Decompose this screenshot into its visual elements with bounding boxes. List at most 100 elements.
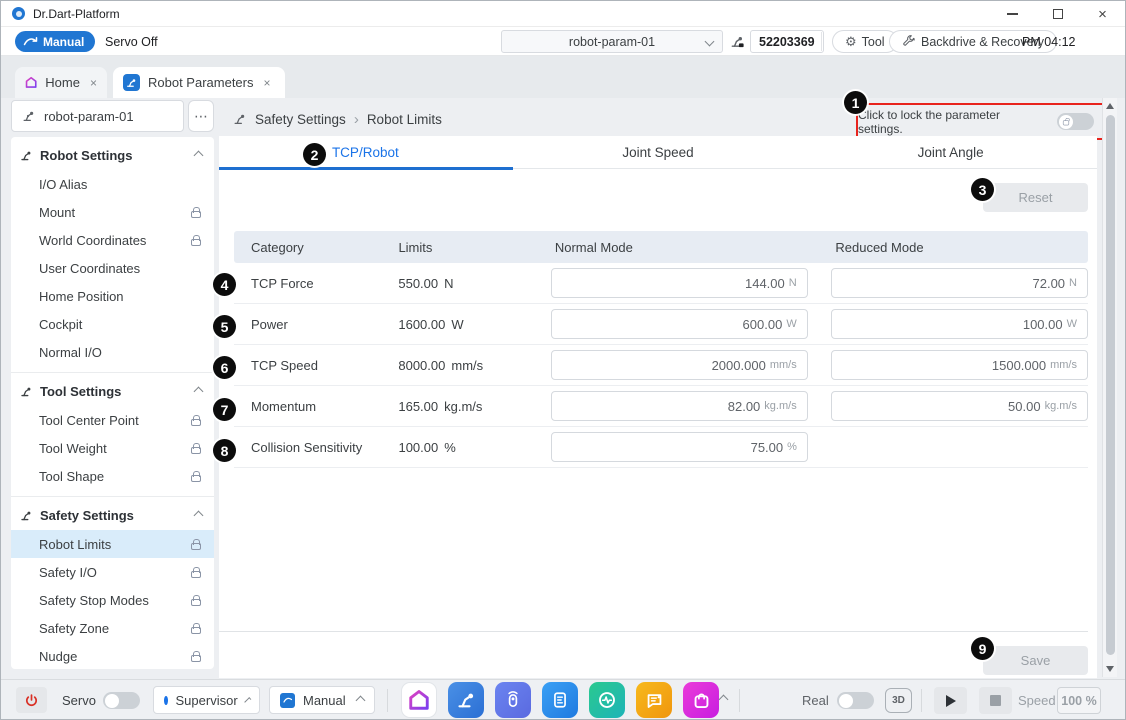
breadcrumb-parent[interactable]: Safety Settings xyxy=(255,112,346,127)
dock-collapse-icon[interactable] xyxy=(719,695,729,705)
operation-mode-button[interactable]: Manual xyxy=(15,31,95,52)
reduced-mode-input[interactable]: 50.00kg.m/s xyxy=(831,391,1088,421)
annotation-badge-5: 5 xyxy=(213,315,236,338)
save-divider xyxy=(219,631,1088,632)
reduced-mode-input[interactable]: 1500.000mm/s xyxy=(831,350,1088,380)
sidebar-item-io-alias[interactable]: I/O Alias xyxy=(11,170,214,198)
robot-lock-icon xyxy=(730,34,745,49)
tab-joint-speed[interactable]: Joint Speed xyxy=(512,136,805,168)
sidebar-more-button[interactable]: ⋯ xyxy=(188,100,214,132)
mode-dropdown[interactable]: Manual xyxy=(269,686,375,714)
normal-mode-input[interactable]: 600.00W xyxy=(551,309,808,339)
speed-value-box[interactable]: 100 % xyxy=(1057,687,1101,714)
monitoring-app-icon[interactable] xyxy=(589,682,625,718)
sidebar-item-cockpit[interactable]: Cockpit xyxy=(11,310,214,338)
sidebar-item-user-coordinates[interactable]: User Coordinates xyxy=(11,254,214,282)
lock-parameter-toggle[interactable] xyxy=(1057,113,1094,130)
section-header-robot-settings[interactable]: Robot Settings xyxy=(11,140,214,170)
breadcrumb: Safety Settings › Robot Limits xyxy=(233,105,442,133)
sidebar-item-safety-zone[interactable]: Safety Zone xyxy=(11,614,214,642)
play-icon xyxy=(946,695,956,707)
tab-robot-parameters[interactable]: Robot Parameters × xyxy=(113,67,285,98)
scrollbar-thumb[interactable] xyxy=(1106,115,1115,655)
hand-guide-icon xyxy=(23,36,38,47)
reset-button[interactable]: Reset xyxy=(983,183,1088,212)
tab-home-close-icon[interactable]: × xyxy=(90,76,97,90)
parameter-set-dropdown[interactable]: robot-param-01 xyxy=(501,30,723,53)
limit-unit: N xyxy=(444,276,453,291)
sidebar-item-tool-weight[interactable]: Tool Weight xyxy=(11,434,214,462)
tab-tcp-robot[interactable]: TCP/Robot xyxy=(219,136,512,168)
header-reduced-mode: Reduced Mode xyxy=(827,240,1088,255)
section-header-tool-settings[interactable]: Tool Settings xyxy=(11,376,214,406)
tab-robot-parameters-close-icon[interactable]: × xyxy=(264,76,271,90)
sidebar-item-robot-limits[interactable]: Robot Limits xyxy=(11,530,214,558)
input-unit: W xyxy=(1067,318,1077,330)
limit-value: 550.00 xyxy=(398,276,438,291)
message-app-icon[interactable] xyxy=(636,682,672,718)
sidebar-item-tool-shape[interactable]: Tool Shape xyxy=(11,462,214,490)
play-button[interactable] xyxy=(934,687,967,714)
robot-params-app-icon[interactable] xyxy=(448,682,484,718)
app-logo-icon xyxy=(12,7,25,20)
task-editor-app-icon[interactable] xyxy=(542,682,578,718)
more-icon: ⋯ xyxy=(194,108,208,125)
stop-button[interactable] xyxy=(979,687,1012,714)
mode-value: Manual xyxy=(303,693,346,708)
tool-button[interactable]: ⚙ Tool xyxy=(832,30,898,53)
maximize-button[interactable] xyxy=(1035,1,1080,27)
header-limits: Limits xyxy=(398,240,546,255)
sidebar-item-world-coordinates[interactable]: World Coordinates xyxy=(11,226,214,254)
scroll-down-icon[interactable] xyxy=(1106,666,1114,672)
sidebar-item-safety-io[interactable]: Safety I/O xyxy=(11,558,214,586)
power-button[interactable] xyxy=(16,687,47,713)
tab-home[interactable]: Home × xyxy=(15,67,107,98)
sidebar-item-home-position[interactable]: Home Position xyxy=(11,282,214,310)
input-value: 82.00 xyxy=(728,399,761,414)
servo-toggle[interactable] xyxy=(103,692,140,709)
reduced-mode-input[interactable]: 72.00N xyxy=(831,268,1088,298)
real-mode-toggle[interactable] xyxy=(837,692,874,709)
sidebar-param-name-label: robot-param-01 xyxy=(44,109,134,124)
minimize-button[interactable] xyxy=(990,1,1035,27)
parameter-set-value: robot-param-01 xyxy=(569,35,655,49)
tab-home-label: Home xyxy=(45,75,80,90)
limit-unit: mm/s xyxy=(451,358,483,373)
annotation-badge-2: 2 xyxy=(303,143,326,166)
input-unit: kg.m/s xyxy=(764,400,796,412)
item-label: Safety Stop Modes xyxy=(39,593,149,608)
real-mode-label: Real xyxy=(802,680,829,720)
sidebar-item-mount[interactable]: Mount xyxy=(11,198,214,226)
scroll-up-icon[interactable] xyxy=(1106,103,1114,109)
robot-icon xyxy=(22,109,36,123)
item-label: User Coordinates xyxy=(39,261,140,276)
table-header-row: Category Limits Normal Mode Reduced Mode xyxy=(234,231,1088,263)
sidebar-item-normal-io[interactable]: Normal I/O xyxy=(11,338,214,366)
section-title: Safety Settings xyxy=(40,508,134,523)
item-label: Normal I/O xyxy=(39,345,102,360)
home-app-icon[interactable] xyxy=(401,682,437,718)
section-header-safety-settings[interactable]: Safety Settings xyxy=(11,500,214,530)
sidebar-param-name[interactable]: robot-param-01 xyxy=(11,100,184,132)
normal-mode-input[interactable]: 144.00N xyxy=(551,268,808,298)
close-button[interactable]: × xyxy=(1080,1,1125,27)
vertical-scrollbar[interactable] xyxy=(1102,98,1117,677)
3d-view-label: 3D xyxy=(892,695,905,706)
serial-number-value: 52203369 xyxy=(750,30,824,53)
save-button[interactable]: Save xyxy=(983,646,1088,675)
sidebar-item-nudge[interactable]: Nudge xyxy=(11,642,214,669)
role-dropdown[interactable]: Supervisor xyxy=(153,686,260,714)
normal-mode-input[interactable]: 75.00% xyxy=(551,432,808,462)
row-category: Power xyxy=(234,317,398,332)
sidebar-section-tool-settings: Tool Settings Tool Center Point Tool Wei… xyxy=(11,373,214,497)
reduced-mode-input[interactable]: 100.00W xyxy=(831,309,1088,339)
3d-view-button[interactable]: 3D xyxy=(885,688,912,713)
sidebar-item-safety-stop-modes[interactable]: Safety Stop Modes xyxy=(11,586,214,614)
tab-joint-angle[interactable]: Joint Angle xyxy=(804,136,1097,168)
robot-icon xyxy=(20,385,33,398)
jog-remote-app-icon[interactable] xyxy=(495,682,531,718)
normal-mode-input[interactable]: 2000.000mm/s xyxy=(551,350,808,380)
normal-mode-input[interactable]: 82.00kg.m/s xyxy=(551,391,808,421)
sidebar-item-tool-center-point[interactable]: Tool Center Point xyxy=(11,406,214,434)
store-app-icon[interactable] xyxy=(683,682,719,718)
